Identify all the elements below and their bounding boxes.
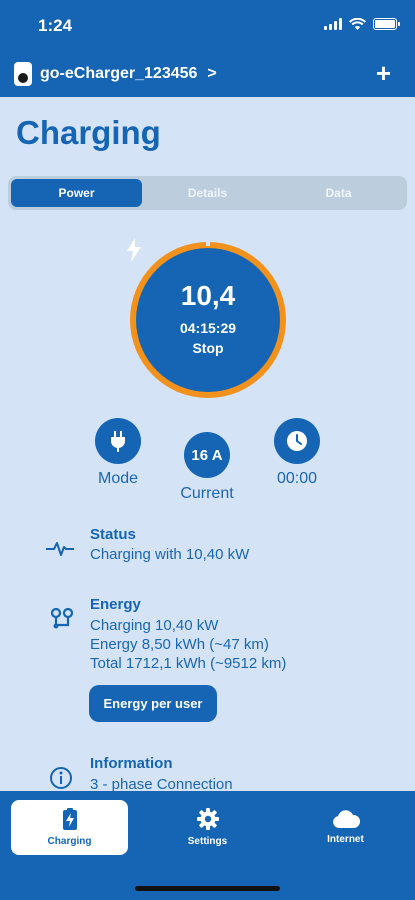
signal-icon	[324, 18, 342, 30]
nav-settings[interactable]: Settings	[149, 800, 266, 855]
charging-gauge[interactable]: 10,4 04:15:29 Stop	[126, 238, 290, 402]
status-line: Charging with 10,40 kW	[90, 546, 250, 563]
nav-internet-label: Internet	[327, 834, 364, 845]
pulse-icon	[46, 542, 74, 556]
battery-charging-icon	[62, 808, 77, 830]
current-label: Current	[180, 485, 234, 502]
energy-charging-line: Charging 10,40 kW	[90, 617, 219, 634]
timer-button[interactable]	[274, 418, 320, 464]
device-name: go-eCharger_123456	[40, 65, 198, 82]
battery-status-icon	[373, 18, 400, 30]
timer-value: 00:00	[276, 470, 318, 487]
cloud-icon	[332, 810, 360, 828]
charger-device-icon	[14, 62, 32, 86]
nav-settings-label: Settings	[187, 836, 228, 847]
page-title: Charging	[16, 114, 161, 151]
energy-total-line: Total 1712,1 kWh (~9512 km)	[90, 655, 287, 672]
tab-power[interactable]: Power	[11, 179, 142, 207]
wifi-icon	[349, 18, 366, 30]
nav-internet[interactable]: Internet	[287, 800, 404, 855]
info-icon	[50, 767, 72, 789]
nav-charging[interactable]: Charging	[11, 800, 128, 855]
lightning-icon	[127, 238, 141, 262]
status-bar: 1:24	[0, 0, 415, 52]
plug-icon	[111, 431, 125, 452]
chevron-right-icon: >	[207, 65, 217, 82]
information-title: Information	[90, 755, 173, 772]
status-icons	[324, 18, 400, 30]
gear-icon	[196, 808, 219, 830]
stop-charging-button[interactable]: Stop	[192, 340, 223, 356]
bottom-navigation: Charging Settings Internet	[0, 791, 415, 900]
device-selector[interactable]: go-eCharger_123456 >	[14, 62, 217, 86]
charging-elapsed-time: 04:15:29	[179, 320, 237, 336]
energy-per-user-button[interactable]: Energy per user	[89, 685, 217, 722]
mode-button[interactable]	[95, 418, 141, 464]
charging-power-value: 10,4	[180, 280, 236, 311]
home-indicator	[135, 886, 280, 891]
current-button[interactable]: 16 A	[184, 432, 230, 478]
tab-data[interactable]: Data	[273, 179, 404, 207]
clock-icon	[287, 431, 307, 451]
tab-details[interactable]: Details	[142, 179, 273, 207]
segmented-tabs: Power Details Data	[8, 176, 407, 210]
status-title: Status	[90, 526, 136, 543]
app-header: 1:24 go-eCharger_123456 > +	[0, 0, 415, 97]
mode-label: Mode	[97, 470, 139, 487]
energy-nodes-icon	[50, 607, 74, 629]
energy-title: Energy	[90, 596, 141, 613]
current-value: 16 A	[191, 446, 223, 464]
energy-session-line: Energy 8,50 kWh (~47 km)	[90, 636, 269, 653]
add-device-button[interactable]: +	[376, 60, 391, 86]
nav-charging-label: Charging	[47, 836, 92, 847]
status-time: 1:24	[38, 16, 73, 35]
